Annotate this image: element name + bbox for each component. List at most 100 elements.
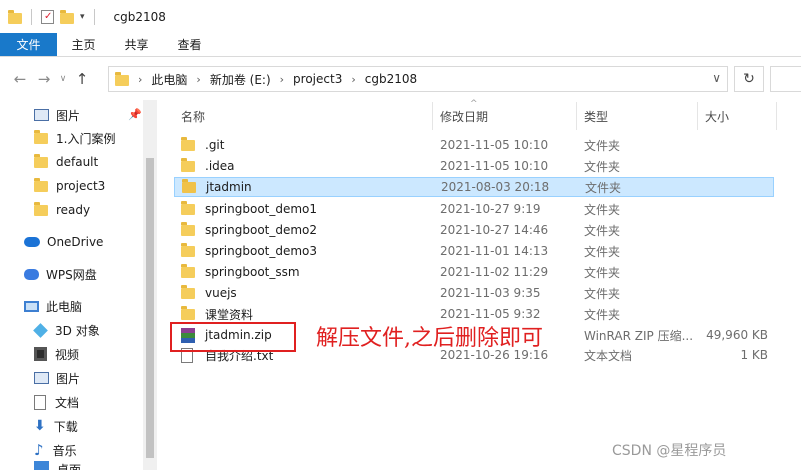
address-bar[interactable]: › 此电脑 › 新加卷 (E:) › project3 › cgb2108 ∨ [108,66,728,92]
file-type: 文件夹 [584,223,621,238]
file-row[interactable]: springboot_demo3 2021-11-01 14:13 文件夹 [174,241,774,261]
chevron-right-icon[interactable]: › [196,73,200,86]
folder-icon [34,129,48,144]
folder-icon [34,201,48,216]
file-type: WinRAR ZIP 压缩... [584,328,694,343]
folder-icon [181,136,195,151]
file-date: 2021-11-02 11:29 [440,265,549,279]
column-divider[interactable] [576,102,577,130]
file-name: springboot_demo1 [205,202,318,216]
file-row[interactable]: springboot_demo1 2021-10-27 9:19 文件夹 [174,199,774,219]
chevron-right-icon[interactable]: › [138,73,142,86]
up-arrow-icon[interactable]: ↑ [70,67,94,91]
video-icon [34,347,47,361]
file-name: .idea [205,159,235,173]
file-row-selected[interactable]: jtadmin 2021-08-03 20:18 文件夹 [174,177,774,197]
file-row[interactable]: springboot_demo2 2021-10-27 14:46 文件夹 [174,220,774,240]
folder-icon [115,72,129,86]
tab-share[interactable]: 共享 [110,33,163,56]
file-type: 文件夹 [584,202,621,217]
address-dropdown-icon[interactable]: ∨ [712,71,721,85]
breadcrumb-drive[interactable]: 新加卷 (E:) [210,71,271,88]
tab-home[interactable]: 主页 [57,33,110,56]
file-row[interactable]: .git 2021-11-05 10:10 文件夹 [174,135,774,155]
nav-item-label: 3D 对象 [55,323,100,338]
wps-cloud-icon [24,268,39,280]
file-row[interactable]: springboot_ssm 2021-11-02 11:29 文件夹 [174,262,774,282]
file-date: 2021-11-05 9:32 [440,307,541,321]
file-type: 文件夹 [584,286,621,301]
column-divider[interactable] [776,102,777,130]
tab-file[interactable]: 文件 [0,33,57,56]
nav-item-label: 此电脑 [46,299,83,314]
watermark: CSDN @星程序员 [612,443,727,459]
nav-item-label: 图片 [56,108,81,123]
file-type: 文件夹 [584,244,621,259]
title-bar: ✓ ▾ cgb2108 [0,0,801,33]
breadcrumb-project3[interactable]: project3 [293,72,342,86]
annotation-text: 解压文件,之后删除即可 [316,326,543,351]
column-header-name[interactable]: 名称 [181,104,205,128]
music-icon: ♪ [34,441,44,459]
tab-view[interactable]: 查看 [163,33,216,56]
scrollbar-thumb[interactable] [146,158,154,458]
file-type: 文本文档 [584,348,633,363]
file-row[interactable]: .idea 2021-11-05 10:10 文件夹 [174,156,774,176]
file-name: springboot_ssm [205,265,300,279]
customize-toolbar-icon[interactable]: ▾ [80,12,85,22]
nav-item-label: 音乐 [52,443,77,458]
back-arrow-icon[interactable]: ← [8,67,32,91]
column-divider[interactable] [432,102,433,130]
nav-item-label: 桌面 [57,463,82,470]
pin-icon[interactable]: 📌 [128,108,142,121]
chevron-right-icon[interactable]: › [280,73,284,86]
nav-item-label: 文档 [55,395,80,410]
column-divider[interactable] [697,102,698,130]
nav-scrollbar[interactable] [143,100,157,470]
nav-item-label: WPS网盘 [46,267,97,282]
nav-item-label: 图片 [56,371,81,386]
file-name: springboot_demo2 [205,223,318,237]
file-date: 2021-11-03 9:35 [440,286,541,300]
refresh-icon[interactable]: ↻ [734,66,764,92]
3d-objects-icon [33,322,48,338]
column-header-date[interactable]: 修改日期 [440,104,488,128]
file-date: 2021-10-27 14:46 [440,223,549,237]
file-name: jtadmin [206,180,252,194]
folder-icon [181,242,195,257]
file-date: 2021-11-05 10:10 [440,138,549,152]
divider [31,8,32,25]
folder-icon [182,178,196,193]
column-header-size[interactable]: 大小 [705,104,729,128]
document-icon [34,394,46,410]
search-input[interactable] [770,66,801,92]
file-size: 1 KB [740,348,768,362]
forward-arrow-icon[interactable]: → [32,67,56,91]
nav-item-label: default [56,155,99,169]
file-type: 文件夹 [584,307,621,322]
new-folder-icon[interactable] [60,9,74,24]
nav-item-label: 1.入门案例 [56,131,116,146]
annotation-highlight-box [170,322,296,352]
download-icon: ⬇ [34,418,46,434]
file-date: 2021-08-03 20:18 [441,180,550,194]
file-date: 2021-10-27 9:19 [440,202,541,216]
chevron-right-icon[interactable]: › [351,73,355,86]
file-type: 文件夹 [584,159,621,174]
breadcrumb-cgb2108[interactable]: cgb2108 [365,72,417,86]
file-date: 2021-11-05 10:10 [440,159,549,173]
properties-icon[interactable]: ✓ [41,9,54,24]
folder-icon [8,9,22,24]
recent-locations-chevron-icon[interactable]: ∨ [56,67,70,91]
folder-icon [181,157,195,172]
file-row[interactable]: vuejs 2021-11-03 9:35 文件夹 [174,283,774,303]
file-type: 文件夹 [584,138,621,153]
breadcrumb-this-pc[interactable]: 此电脑 [151,71,187,88]
nav-item-label: ready [56,203,91,217]
column-header-type[interactable]: 类型 [584,104,608,128]
file-date: 2021-11-01 14:13 [440,244,549,258]
nav-item-label: 视频 [55,347,80,362]
this-pc-icon [24,300,39,312]
file-type: 文件夹 [585,180,622,195]
folder-icon [181,263,195,278]
